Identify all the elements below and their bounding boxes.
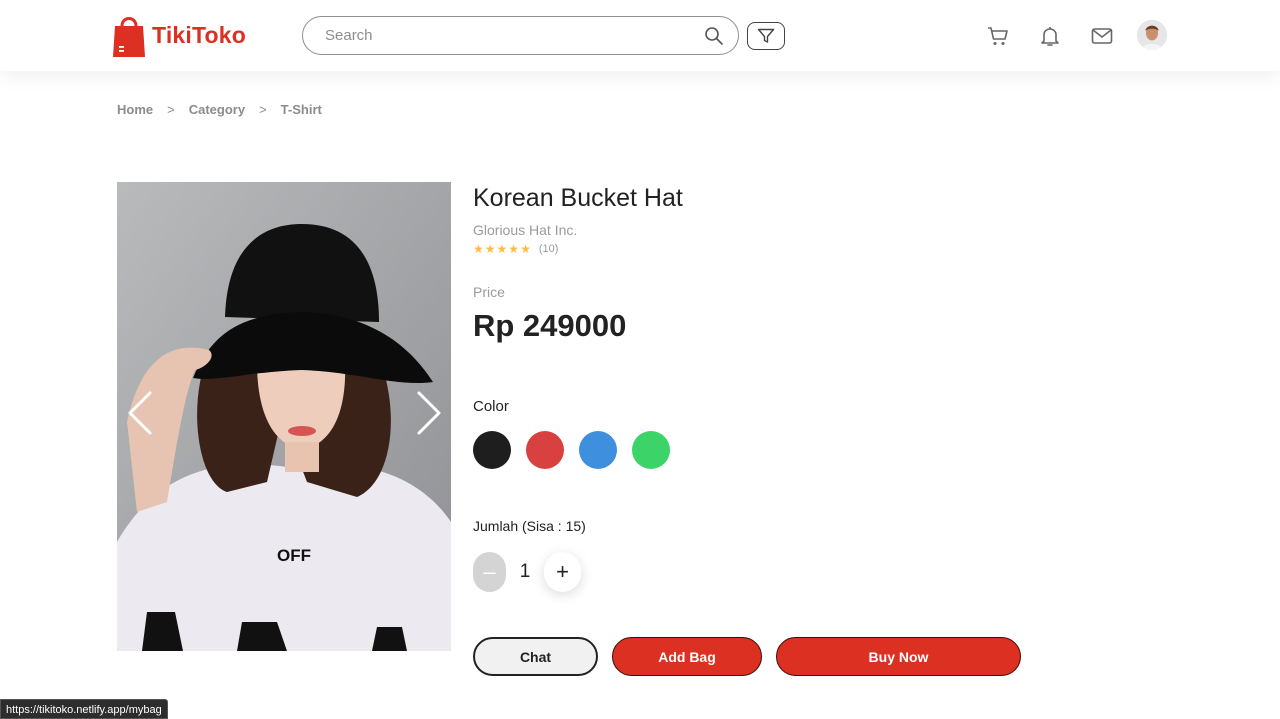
search-bar[interactable] <box>302 16 739 55</box>
chat-button[interactable]: Chat <box>473 637 598 676</box>
search-icon[interactable] <box>704 26 724 46</box>
product-brand: Glorious Hat Inc. <box>473 222 578 238</box>
quantity-value: 1 <box>519 561 531 582</box>
quantity-label: Jumlah (Sisa : 15) <box>473 518 586 534</box>
price-label: Price <box>473 284 505 300</box>
star-icon: ★ <box>484 242 496 256</box>
status-bar-url: https://tikitoko.netlify.app/mybag <box>0 699 168 719</box>
search-input[interactable] <box>325 27 704 44</box>
color-swatch-red[interactable] <box>526 431 564 469</box>
color-swatch-green[interactable] <box>632 431 670 469</box>
bell-icon[interactable] <box>1038 24 1062 48</box>
buy-now-button[interactable]: Buy Now <box>776 637 1021 676</box>
breadcrumb-category[interactable]: Category <box>189 102 245 117</box>
product-rating: ★ ★ ★ ★ ★ (10) <box>473 242 558 256</box>
next-image-arrow-icon[interactable] <box>414 390 444 436</box>
breadcrumb-current[interactable]: T-Shirt <box>281 102 322 117</box>
star-icon: ★ <box>508 242 520 256</box>
star-icon: ★ <box>520 242 531 256</box>
star-icon: ★ <box>473 242 484 256</box>
top-header: TikiToko <box>0 0 1280 71</box>
filter-icon <box>757 28 775 43</box>
cart-icon[interactable] <box>986 24 1010 48</box>
color-swatches <box>473 431 670 469</box>
increase-quantity-button[interactable]: + <box>544 552 581 592</box>
decrease-quantity-button[interactable]: – <box>473 552 506 592</box>
logo[interactable]: TikiToko <box>112 12 246 59</box>
breadcrumb-separator: > <box>259 102 267 117</box>
logo-text: TikiToko <box>152 22 247 48</box>
user-avatar-icon <box>1137 20 1167 50</box>
product-image: OFF <box>117 182 451 651</box>
star-icon: ★ <box>496 242 508 256</box>
avatar[interactable] <box>1137 20 1167 50</box>
quantity-stepper: – 1 + <box>473 552 581 592</box>
product-price: Rp 249000 <box>473 308 627 343</box>
color-swatch-black[interactable] <box>473 431 511 469</box>
breadcrumb-separator: > <box>167 102 175 117</box>
add-bag-button[interactable]: Add Bag <box>612 637 762 676</box>
product-title: Korean Bucket Hat <box>473 184 683 212</box>
color-swatch-blue[interactable] <box>579 431 617 469</box>
color-label: Color <box>473 398 509 415</box>
breadcrumb: Home > Category > T-Shirt <box>117 102 322 117</box>
shopping-bag-logo-icon <box>113 17 145 57</box>
breadcrumb-home[interactable]: Home <box>117 102 153 117</box>
rating-count: (10) <box>538 243 559 255</box>
previous-image-arrow-icon[interactable] <box>125 390 155 436</box>
filter-button[interactable] <box>747 22 785 50</box>
shirt-print-text: OFF <box>277 546 311 565</box>
product-photo: OFF <box>117 182 451 651</box>
mail-icon[interactable] <box>1090 24 1114 48</box>
